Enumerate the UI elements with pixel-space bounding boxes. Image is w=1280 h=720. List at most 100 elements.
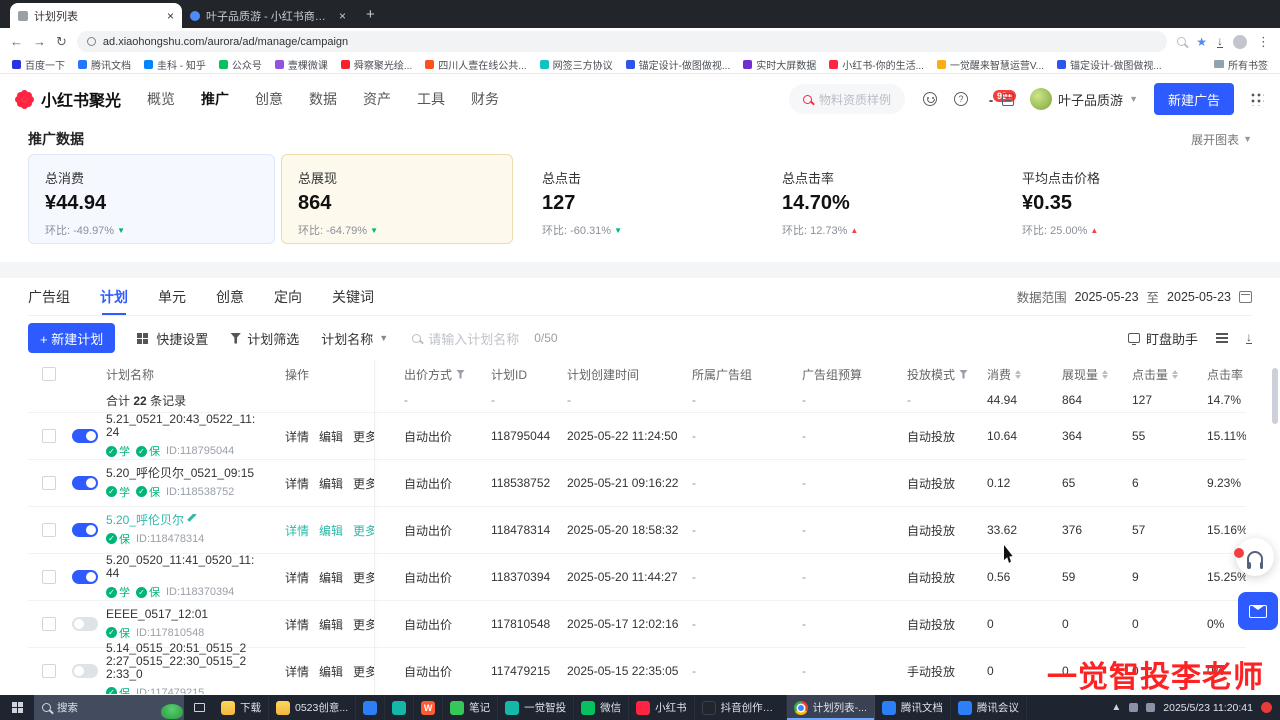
taskbar-item-wps[interactable]: W xyxy=(414,695,443,720)
list-tab[interactable]: 单元 xyxy=(158,278,186,315)
export-download-icon[interactable]: ↓ xyxy=(1246,332,1252,344)
row-checkbox[interactable] xyxy=(42,429,56,443)
plan-toggle[interactable] xyxy=(72,570,98,584)
plan-name[interactable]: 5.20_呼伦贝尔 xyxy=(106,514,204,527)
bookmark-item[interactable]: 一觉醒来智慧运营V... xyxy=(937,57,1044,72)
plan-name[interactable]: 5.20_0520_11:41_0520_11:44 xyxy=(106,554,256,580)
row-checkbox[interactable] xyxy=(42,570,56,584)
op-link[interactable]: 详情 xyxy=(285,663,309,680)
op-link[interactable]: 详情 xyxy=(285,475,309,492)
op-link[interactable]: 详情 xyxy=(285,569,309,586)
filter-icon[interactable] xyxy=(959,370,968,379)
taskbar-item-tencent-docs[interactable]: 腾讯文档 xyxy=(875,695,951,720)
date-from[interactable]: 2025-05-23 xyxy=(1075,290,1139,304)
message-button[interactable] xyxy=(1238,592,1278,630)
apps-grid-icon[interactable] xyxy=(1250,92,1264,106)
plan-toggle[interactable] xyxy=(72,476,98,490)
op-link[interactable]: 编辑 xyxy=(319,475,343,492)
list-tab[interactable]: 定向 xyxy=(274,278,302,315)
list-tab[interactable]: 创意 xyxy=(216,278,244,315)
taskbar-item-app-teal[interactable] xyxy=(385,695,414,720)
plan-toggle[interactable] xyxy=(72,617,98,631)
sort-icon[interactable] xyxy=(1102,370,1108,379)
task-view-button[interactable] xyxy=(184,695,214,720)
tray-expand-icon[interactable]: ▲ xyxy=(1111,702,1121,713)
op-link[interactable]: 更多 xyxy=(353,428,374,445)
row-checkbox[interactable] xyxy=(42,664,56,678)
row-checkbox[interactable] xyxy=(42,476,56,490)
column-settings-icon[interactable] xyxy=(1216,333,1228,335)
notification-badge[interactable] xyxy=(1261,702,1272,713)
tab-close-icon[interactable]: × xyxy=(167,9,174,23)
taskbar-search[interactable]: 搜索 xyxy=(34,695,184,720)
main-nav-item[interactable]: 推广 xyxy=(201,89,229,109)
monitor-assistant-button[interactable]: 盯盘助手 xyxy=(1128,329,1198,348)
forward-icon[interactable]: → xyxy=(33,35,46,48)
bookmark-star-icon[interactable]: ★ xyxy=(1196,35,1207,49)
bookmark-item[interactable]: 网签三方协议 xyxy=(540,57,613,72)
op-link[interactable]: 详情 xyxy=(285,616,309,633)
filter-icon[interactable] xyxy=(456,370,465,379)
date-range[interactable]: 数据范围 2025-05-23 至 2025-05-23 xyxy=(1017,287,1252,306)
back-icon[interactable]: ← xyxy=(10,35,23,48)
calendar-icon[interactable] xyxy=(1239,291,1252,303)
browser-tab[interactable]: 叶子品质游 - 小红书商家... × xyxy=(182,3,354,28)
op-link[interactable]: 详情 xyxy=(285,522,309,539)
stat-card[interactable]: 总点击率 14.70% 环比: 12.73% ▲ xyxy=(753,154,993,244)
main-nav-item[interactable]: 工具 xyxy=(417,89,445,109)
help-icon[interactable]: ? xyxy=(954,92,968,106)
site-info-icon[interactable] xyxy=(87,37,96,46)
bookmark-item[interactable]: 圭科 - 知乎 xyxy=(144,57,206,72)
menu-dots-icon[interactable]: ⋮ xyxy=(1257,35,1270,48)
app-search-input[interactable]: 物料资质样例 xyxy=(789,84,905,114)
sort-icon[interactable] xyxy=(1172,370,1178,379)
tray-icon[interactable] xyxy=(1129,703,1138,712)
all-bookmarks[interactable]: 所有书签 xyxy=(1214,57,1268,72)
list-tab[interactable]: 关键词 xyxy=(332,278,374,315)
bookmark-item[interactable]: 四川人壹在线公共... xyxy=(425,57,526,72)
main-nav-item[interactable]: 概览 xyxy=(147,89,175,109)
plan-name[interactable]: 5.20_呼伦贝尔_0521_09:15 xyxy=(106,467,254,480)
new-plan-button[interactable]: + 新建计划 xyxy=(28,323,115,353)
tray-icon[interactable] xyxy=(1146,703,1155,712)
taskbar-item-downloads-window[interactable]: 下载 xyxy=(214,695,269,720)
op-link[interactable]: 编辑 xyxy=(319,663,343,680)
list-tab[interactable]: 计划 xyxy=(100,278,128,315)
zoom-icon[interactable] xyxy=(1177,37,1186,46)
taskbar-item-folder-0523[interactable]: 0523创意... xyxy=(269,695,356,720)
main-nav-item[interactable]: 数据 xyxy=(309,89,337,109)
url-input[interactable]: ad.xiaohongshu.com/aurora/ad/manage/camp… xyxy=(77,31,1167,52)
taskbar-item-tencent-meeting[interactable]: 腾讯会议 xyxy=(951,695,1027,720)
scrollbar-thumb[interactable] xyxy=(1272,368,1278,424)
plan-toggle[interactable] xyxy=(72,523,98,537)
stat-card[interactable]: 平均点击价格 ¥0.35 环比: 25.00% ▲ xyxy=(993,154,1233,244)
bookmark-item[interactable]: 腾讯文档 xyxy=(78,57,131,72)
start-button[interactable] xyxy=(0,695,34,720)
account-menu[interactable]: 叶子品质游 ▼ xyxy=(1030,88,1138,110)
brand[interactable]: 小红书聚光 xyxy=(16,87,121,111)
row-checkbox[interactable] xyxy=(42,617,56,631)
taskbar-item-app-blue[interactable] xyxy=(356,695,385,720)
op-link[interactable]: 更多 xyxy=(353,569,374,586)
taskbar-item-chrome-plan-list[interactable]: 计划列表-... xyxy=(787,695,875,720)
op-link[interactable]: 详情 xyxy=(285,428,309,445)
main-nav-item[interactable]: 创意 xyxy=(255,89,283,109)
plan-name[interactable]: EEEE_0517_12:01 xyxy=(106,608,208,621)
plan-toggle[interactable] xyxy=(72,664,98,678)
bookmark-item[interactable]: 小红书-你的生活... xyxy=(829,57,924,72)
taskbar-item-yijue-zhitou[interactable]: 一觉智投 xyxy=(498,695,574,720)
op-link[interactable]: 更多 xyxy=(353,616,374,633)
op-link[interactable]: 编辑 xyxy=(319,428,343,445)
plan-name[interactable]: 5.21_0521_20:43_0522_11:24 xyxy=(106,413,256,439)
download-icon[interactable]: ↓ xyxy=(1217,36,1223,48)
browser-tab[interactable]: 计划列表 × xyxy=(10,3,182,28)
list-tab[interactable]: 广告组 xyxy=(28,278,70,315)
op-link[interactable]: 编辑 xyxy=(319,616,343,633)
new-ad-button[interactable]: 新建广告 xyxy=(1154,83,1234,115)
billing-card-icon[interactable] xyxy=(1002,93,1014,106)
plan-filter-button[interactable]: 计划筛选 xyxy=(230,329,299,348)
feedback-smiley-icon[interactable] xyxy=(923,92,937,106)
taskbar-item-xiaohongshu[interactable]: 小红书 xyxy=(629,695,695,720)
taskbar-clock[interactable]: 2025/5/23 11:20:41 xyxy=(1163,702,1253,714)
taskbar-item-douyin-creator[interactable]: 抖音创作者... xyxy=(695,695,787,720)
